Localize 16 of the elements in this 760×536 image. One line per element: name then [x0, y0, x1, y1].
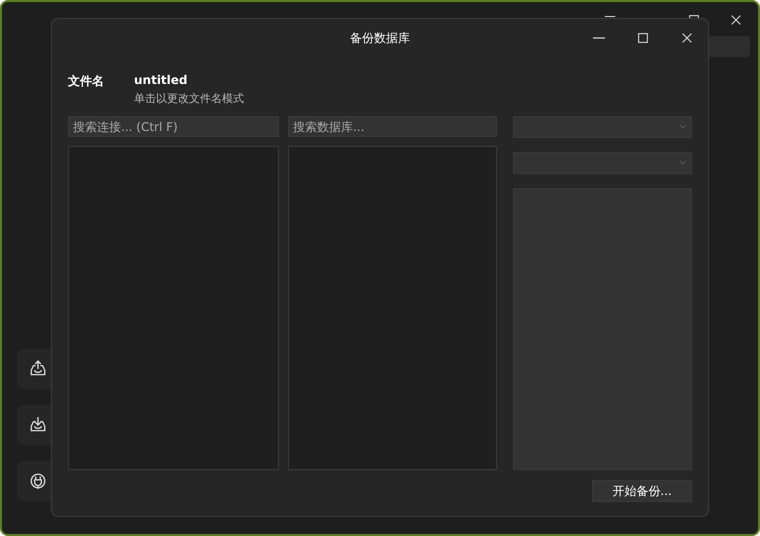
plug-icon — [29, 472, 47, 490]
chevron-icon — [679, 124, 687, 130]
dialog-title: 备份数据库 — [350, 30, 410, 46]
close-icon — [680, 31, 694, 45]
close-icon — [729, 13, 743, 27]
file-name-hint: 单击以更改文件名模式 — [134, 91, 244, 106]
file-name-label: 文件名 — [68, 73, 105, 90]
tray-upload-icon — [29, 360, 47, 378]
chevron-icon — [679, 160, 687, 166]
minimize-icon — [593, 37, 605, 39]
start-backup-button[interactable]: 开始备份... — [592, 480, 692, 502]
database-search-field[interactable]: 搜索数据库... — [288, 116, 497, 137]
maximize-icon — [636, 31, 650, 45]
file-name-value[interactable]: untitled — [134, 73, 244, 87]
tray-download-icon — [29, 416, 47, 434]
connection-search-field[interactable]: 搜索连接... (Ctrl F) — [68, 116, 279, 137]
